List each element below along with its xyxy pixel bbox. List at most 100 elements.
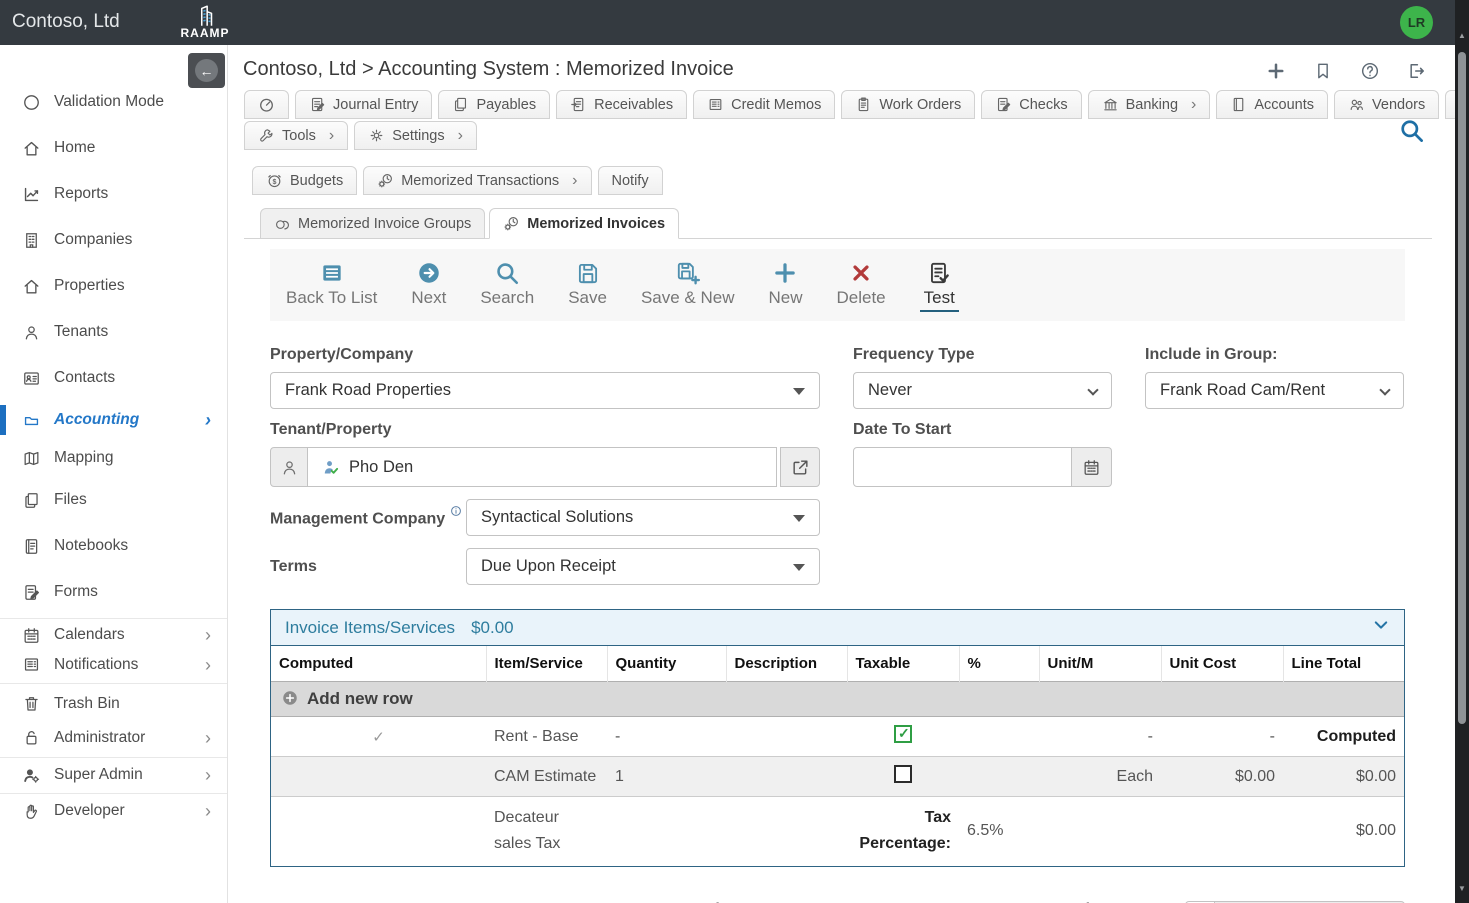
column-header-unit-m: Unit/M xyxy=(1039,646,1161,682)
tab-icon xyxy=(377,172,394,189)
vertical-scrollbar[interactable]: ▲ ▼ xyxy=(1455,0,1469,903)
tab-receivables[interactable]: Receivables xyxy=(556,90,687,119)
sidebar-item-calendars[interactable]: Calendars xyxy=(0,618,227,649)
sidebar-item-label: Notifications xyxy=(54,656,138,674)
tab-label: Memorized Transactions xyxy=(401,173,559,189)
sidebar-item-trash-bin[interactable]: Trash Bin xyxy=(0,683,227,721)
quantity-cell: - xyxy=(607,717,726,757)
include-in-group-select[interactable]: Frank Road Cam/Rent xyxy=(1145,372,1404,409)
sidebar-item-icon xyxy=(22,491,41,510)
sidebar-item-icon xyxy=(22,369,41,388)
tab-reports[interactable]: Reports xyxy=(1445,90,1455,119)
sidebar-item-notifications[interactable]: Notifications xyxy=(0,649,227,680)
tab-work-orders[interactable]: Work Orders xyxy=(841,90,975,119)
back-button[interactable]: ← xyxy=(188,53,225,88)
sidebar-item-super-admin[interactable]: Super Admin xyxy=(0,757,227,790)
tab-vendors[interactable]: Vendors xyxy=(1334,90,1439,119)
delete-button[interactable]: Delete xyxy=(837,260,886,312)
search-button[interactable]: Search xyxy=(480,260,534,312)
invoice-items-table: Computed Item/Service Quantity Descripti… xyxy=(271,646,1404,866)
scroll-up-icon[interactable]: ▲ xyxy=(1455,28,1469,44)
user-avatar[interactable]: LR xyxy=(1400,6,1433,39)
sign-out-icon[interactable] xyxy=(1407,61,1427,81)
add-icon[interactable] xyxy=(1266,61,1286,81)
toolbar-button-label: Next xyxy=(411,288,446,308)
sidebar-item-forms[interactable]: Forms xyxy=(0,569,227,615)
column-header-line-total: Line Total xyxy=(1283,646,1404,682)
global-search-icon[interactable] xyxy=(1398,117,1425,149)
property-company-dropdown[interactable]: Frank Road Properties xyxy=(270,372,820,409)
sidebar-item-reports[interactable]: Reports xyxy=(0,171,227,217)
tab-tools[interactable]: Tools xyxy=(244,121,348,150)
include-in-group-value: Frank Road Cam/Rent xyxy=(1160,381,1325,400)
tab-label: Notify xyxy=(612,173,649,189)
tab-journal-entry[interactable]: Journal Entry xyxy=(295,90,432,119)
back-to-list-button[interactable]: Back To List xyxy=(286,260,377,312)
chevron-right-icon xyxy=(205,656,211,674)
new-button[interactable]: New xyxy=(768,260,802,312)
tab-memorized-invoices[interactable]: Memorized Invoices xyxy=(489,208,679,239)
sidebar-item-accounting[interactable]: Accounting xyxy=(0,401,227,439)
invoice-item-row-rent-base[interactable]: ✓ Rent - Base - - - Computed xyxy=(271,717,1404,757)
tab-banking[interactable]: Banking xyxy=(1088,90,1211,119)
sidebar-item-icon xyxy=(22,449,41,468)
frequency-type-select[interactable]: Never xyxy=(853,372,1112,409)
invoice-item-row-sales-tax[interactable]: Decateur sales Tax Tax Percentage: 6.5% … xyxy=(271,797,1404,867)
taxable-checkbox[interactable] xyxy=(894,765,912,783)
scrollbar-thumb[interactable] xyxy=(1458,52,1466,724)
tab-memorized-transactions[interactable]: Memorized Transactions xyxy=(363,166,591,195)
tenant-addon-button[interactable] xyxy=(270,447,308,487)
item-service-cell: Decateur sales Tax xyxy=(486,797,607,867)
sidebar-item-companies[interactable]: Companies xyxy=(0,217,227,263)
raamp-logo[interactable]: RAAMP xyxy=(170,3,240,40)
tab-notify[interactable]: Notify xyxy=(598,166,663,195)
tab-checks[interactable]: Checks xyxy=(981,90,1081,119)
sidebar-item-home[interactable]: Home xyxy=(0,125,227,171)
open-tenant-button[interactable] xyxy=(780,447,820,487)
sidebar: Validation Mode Home Reports Companies P… xyxy=(0,45,228,903)
chevron-right-icon xyxy=(205,626,211,644)
sidebar-item-developer[interactable]: Developer xyxy=(0,793,227,826)
chevron-right-icon xyxy=(205,802,211,820)
sidebar-item-notebooks[interactable]: Notebooks xyxy=(0,523,227,569)
sidebar-item-administrator[interactable]: Administrator xyxy=(0,721,227,754)
scroll-down-icon[interactable]: ▼ xyxy=(1455,881,1469,897)
column-header-unit-cost: Unit Cost xyxy=(1161,646,1283,682)
tab-settings[interactable]: Settings xyxy=(354,121,477,150)
sidebar-item-properties[interactable]: Properties xyxy=(0,263,227,309)
sidebar-item-contacts[interactable]: Contacts xyxy=(0,355,227,401)
invoice-item-row-cam-estimate[interactable]: CAM Estimate 1 Each $0.00 $0.00 xyxy=(271,757,1404,797)
save-and-new-button[interactable]: Save & New xyxy=(641,260,735,312)
save-button[interactable]: Save xyxy=(568,260,607,312)
chevron-down-icon xyxy=(1087,384,1098,395)
tab-dashboard[interactable] xyxy=(244,90,289,119)
tenant-property-dropdown[interactable]: Pho Den xyxy=(308,447,777,487)
next-button[interactable]: Next xyxy=(411,260,446,312)
description-cell xyxy=(726,717,847,757)
add-new-row-button[interactable]: Add new row xyxy=(271,682,1404,717)
invoice-items-header[interactable]: Invoice Items/Services $0.00 xyxy=(271,610,1404,646)
date-picker-button[interactable] xyxy=(1072,447,1112,487)
sidebar-item-mapping[interactable]: Mapping xyxy=(0,439,227,477)
tab-payables[interactable]: Payables xyxy=(438,90,550,119)
tab-accounts[interactable]: Accounts xyxy=(1216,90,1328,119)
chevron-right-icon xyxy=(329,128,334,144)
management-company-dropdown[interactable]: Syntactical Solutions xyxy=(466,499,820,536)
collapse-section-icon[interactable] xyxy=(1372,616,1390,639)
tab-budgets[interactable]: Budgets xyxy=(252,166,357,195)
bookmark-icon[interactable] xyxy=(1313,61,1333,81)
tab-credit-memos[interactable]: Credit Memos xyxy=(693,90,835,119)
sidebar-item-tenants[interactable]: Tenants xyxy=(0,309,227,355)
tab-memorized-invoice-groups[interactable]: Memorized Invoice Groups xyxy=(260,208,485,239)
sidebar-item-files[interactable]: Files xyxy=(0,477,227,523)
tab-label: Accounts xyxy=(1254,97,1314,113)
date-to-start-input[interactable] xyxy=(853,447,1072,487)
toolbar-icon xyxy=(319,260,345,286)
sidebar-item-icon xyxy=(22,537,41,556)
info-icon[interactable] xyxy=(450,501,462,524)
help-icon[interactable] xyxy=(1360,61,1380,81)
taxable-checkbox[interactable] xyxy=(894,725,912,743)
test-button[interactable]: Test xyxy=(920,260,959,312)
terms-dropdown[interactable]: Due Upon Receipt xyxy=(466,548,820,585)
chevron-down-icon xyxy=(1379,384,1390,395)
